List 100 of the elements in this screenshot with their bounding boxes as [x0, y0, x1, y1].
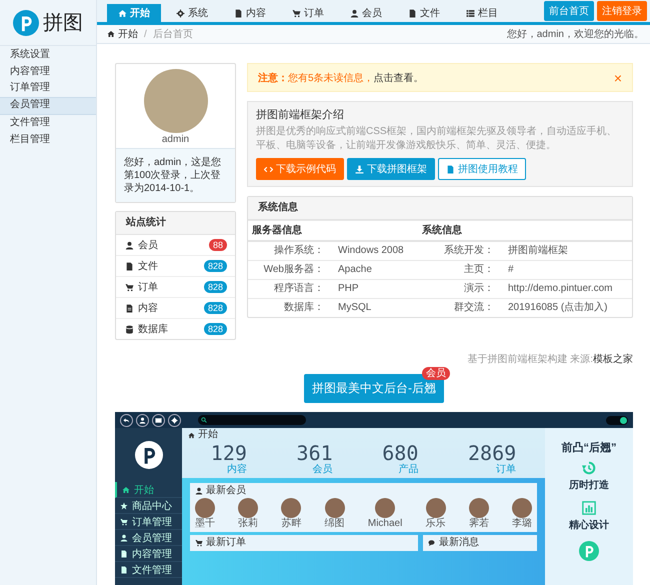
cart-icon: [195, 539, 203, 547]
nav-tab[interactable]: 会员: [339, 4, 393, 22]
field-value: 拼图前端框架: [498, 241, 632, 260]
login-message: 您好，admin，这是您第100次登录，上次登录为2014-10-1。: [116, 148, 235, 202]
back-icon: [123, 416, 130, 424]
field-value: #: [498, 260, 632, 280]
document-icon: [120, 566, 128, 574]
member-badge: 会员: [422, 367, 450, 380]
field-label: 群交流：: [418, 298, 498, 317]
field-label: 演示：: [418, 280, 498, 298]
greeting-text: 您好，admin，欢迎您的光临。: [506, 28, 644, 41]
count-badge: 828: [204, 302, 227, 314]
panel-title: 最新消息: [439, 537, 479, 549]
user-icon: [125, 240, 134, 250]
settings-icon: [176, 8, 185, 18]
member-name: 霁若: [468, 518, 489, 530]
search-field[interactable]: [198, 415, 306, 425]
field-value: Apache: [328, 260, 418, 280]
avatar-photo-placeholder: [195, 498, 215, 518]
stat-label: 文件: [138, 260, 159, 273]
nav-tab[interactable]: 系统: [165, 4, 219, 22]
field-label: 主页：: [418, 260, 498, 280]
avatar-photo-placeholder: [238, 498, 258, 518]
toggle-switch[interactable]: [606, 416, 628, 424]
stat-label: 内容: [226, 464, 247, 475]
intro-title: 拼图前端框架介绍: [256, 109, 345, 122]
sidebar-item[interactable]: 栏目管理: [0, 132, 96, 148]
feature-title: 历时打造: [569, 478, 609, 492]
chat-icon: [428, 539, 436, 547]
intro-text: 拼图是优秀的响应式前端CSS框架，国内前端框架先驱及领导者，自动适应手机、平板、电脑等设备，让前端开发像游戏般快乐、简单、灵活、便捷。: [256, 125, 618, 153]
nav-tab[interactable]: 文件: [397, 4, 451, 22]
document-icon: [125, 304, 134, 312]
nav-tab[interactable]: 栏目: [455, 4, 509, 22]
stat-value: 680: [382, 442, 418, 464]
avatar-photo-placeholder: [426, 498, 446, 518]
count-badge: 828: [204, 260, 227, 272]
breadcrumb-item: 后台首页: [152, 28, 193, 41]
stat-label: 会员: [312, 464, 333, 475]
avatar-photo-placeholder: [468, 498, 489, 518]
panel-title: 最新订单: [206, 537, 246, 549]
panel-title: 最新会员: [206, 485, 246, 497]
breadcrumb-item[interactable]: 开始: [107, 27, 138, 41]
breadcrumb-separator: /: [144, 28, 147, 40]
stat-label: 内容: [138, 302, 159, 315]
download-icon: [355, 164, 364, 174]
feature-title: 精心设计: [569, 518, 609, 532]
field-value: Windows 2008: [328, 241, 418, 260]
document-icon: [446, 164, 455, 174]
sidebar-item[interactable]: 订单管理: [0, 80, 96, 96]
breadcrumb-item[interactable]: 开始: [198, 429, 218, 441]
nav-tab[interactable]: 内容: [223, 4, 277, 22]
count-badge: 828: [204, 281, 227, 293]
database-icon: [125, 324, 134, 334]
member-name: 墨千: [195, 518, 215, 530]
member-name: 李璐: [512, 518, 532, 530]
source-link[interactable]: 模板之家: [593, 354, 633, 365]
list-icon: [466, 8, 475, 18]
logo-icon: [13, 10, 39, 36]
member-name: 乐乐: [426, 518, 446, 530]
nav-tab[interactable]: 订单: [281, 4, 335, 22]
avatar-photo-placeholder: [281, 498, 302, 518]
member-name: 苏畔: [281, 518, 302, 530]
sidebar-item[interactable]: 文件管理: [0, 115, 96, 132]
user-icon: [120, 534, 128, 542]
history-icon: [582, 461, 596, 475]
user-name: admin: [160, 133, 190, 147]
cart-icon: [120, 518, 128, 526]
stat-label: 会员: [138, 239, 159, 252]
field-value: 201916085 (点击加入): [498, 298, 632, 317]
search-icon: [201, 417, 207, 423]
logo-text: 拼图: [43, 11, 83, 36]
document-icon: [408, 8, 417, 18]
field-label: 系统开发：: [418, 241, 498, 260]
home-icon: [122, 486, 130, 494]
sidebar-item[interactable]: 系统设置: [0, 47, 96, 64]
logo-icon: [579, 541, 599, 561]
bar-chart-icon: [582, 501, 596, 515]
stat-label: 订单: [138, 280, 159, 294]
field-value: http://demo.pintuer.com: [498, 280, 632, 298]
count-badge: 88: [208, 239, 227, 251]
document-icon: [234, 8, 243, 18]
field-value: MySQL: [328, 298, 418, 317]
notice-text: 注意：您有5条未读信息，点击查看。: [258, 71, 425, 84]
panel-title: 站点统计: [116, 212, 235, 235]
field-value: PHP: [328, 280, 418, 298]
sidebar-item[interactable]: 会员管理: [0, 96, 96, 115]
member-name: 绵图: [324, 518, 345, 530]
star-icon: [120, 502, 128, 510]
sidebar-item[interactable]: 内容管理: [0, 64, 96, 80]
member-name: Michael: [368, 518, 402, 530]
settings-icon: [171, 416, 178, 424]
document-icon: [125, 262, 134, 270]
count-badge: 828: [204, 323, 227, 335]
footer-text: 基于拼图前端框架构建 来源:模板之家: [467, 354, 633, 365]
user-icon: [195, 487, 203, 495]
stat-label: 订单: [496, 464, 516, 475]
panel-title: 系统信息: [248, 197, 632, 220]
column-header: 服务器信息: [248, 220, 418, 241]
view-link[interactable]: 点击查看。: [374, 72, 424, 84]
stat-label: 产品: [398, 464, 418, 475]
